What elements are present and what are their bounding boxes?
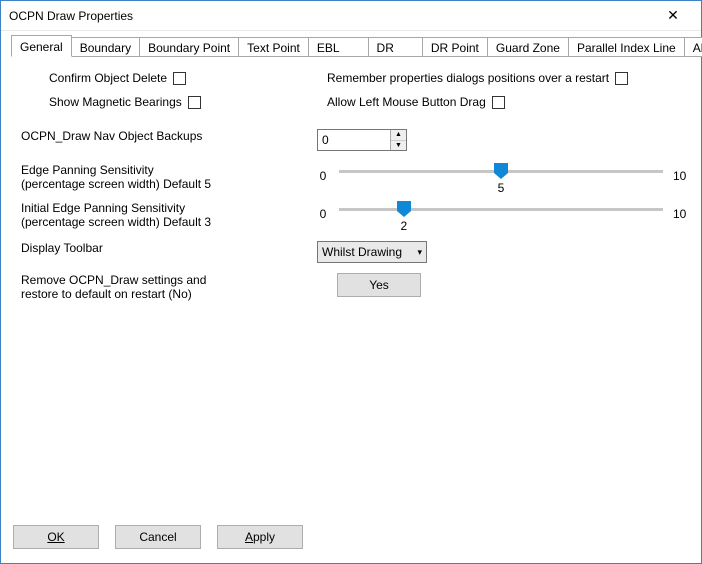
allow-drag-label: Allow Left Mouse Button Drag [327, 95, 486, 109]
tab-panel-general: Confirm Object Delete Show Magnetic Bear… [11, 56, 691, 515]
cancel-button[interactable]: Cancel [115, 525, 201, 549]
edge-pan-label-2: (percentage screen width) Default 5 [21, 177, 317, 191]
init-edge-pan-label-2: (percentage screen width) Default 3 [21, 215, 317, 229]
tab-dr[interactable]: DR [368, 37, 423, 57]
remember-option: Remember properties dialogs positions ov… [327, 71, 685, 85]
tab-general[interactable]: General [11, 35, 72, 57]
init-edge-pan-min: 0 [317, 207, 329, 221]
close-button[interactable]: ✕ [653, 2, 693, 30]
tab-ebl[interactable]: EBL [308, 37, 369, 57]
cancel-button-label: Cancel [139, 530, 176, 544]
confirm-delete-label: Confirm Object Delete [49, 71, 167, 85]
confirm-delete-option: Confirm Object Delete [49, 71, 317, 85]
nav-backup-spin-down[interactable]: ▼ [391, 141, 406, 151]
tab-boundary-point[interactable]: Boundary Point [139, 37, 239, 57]
dialog-button-bar: OK Cancel Apply [1, 515, 701, 563]
edge-pan-slider-row: 0 5 10 [317, 163, 685, 189]
yes-button-label: Yes [369, 278, 389, 292]
edge-pan-thumb[interactable] [494, 163, 508, 179]
window-title: OCPN Draw Properties [9, 9, 653, 23]
apply-button-label: Apply [245, 530, 275, 544]
apply-button[interactable]: Apply [217, 525, 303, 549]
tab-about[interactable]: About [684, 37, 702, 57]
titlebar: OCPN Draw Properties ✕ [1, 1, 701, 31]
tab-text-point[interactable]: Text Point [238, 37, 309, 57]
tab-dr-point[interactable]: DR Point [422, 37, 488, 57]
ok-button-label: OK [47, 530, 64, 544]
remove-settings-yes-button[interactable]: Yes [337, 273, 421, 297]
remove-settings-label-2: restore to default on restart (No) [21, 287, 317, 301]
chevron-down-icon: ▼ [395, 142, 402, 149]
init-edge-pan-value: 2 [400, 219, 407, 233]
show-mag-checkbox[interactable] [188, 96, 201, 109]
edge-pan-slider[interactable]: 5 [339, 163, 663, 189]
nav-backup-input[interactable] [318, 130, 390, 150]
remember-label: Remember properties dialogs positions ov… [327, 71, 609, 85]
edge-pan-max: 10 [673, 169, 685, 183]
slider-track [339, 208, 663, 211]
init-edge-pan-label-1: Initial Edge Panning Sensitivity [21, 201, 317, 215]
display-toolbar-combo[interactable]: Whilst Drawing ▾ [317, 241, 427, 263]
confirm-delete-checkbox[interactable] [173, 72, 186, 85]
tab-strip: General Boundary Boundary Point Text Poi… [1, 33, 701, 57]
tab-boundary[interactable]: Boundary [71, 37, 140, 57]
display-toolbar-label: Display Toolbar [21, 241, 103, 255]
remove-settings-label-1: Remove OCPN_Draw settings and [21, 273, 317, 287]
tab-parallel-index-line[interactable]: Parallel Index Line [568, 37, 685, 57]
init-edge-pan-max: 10 [673, 207, 685, 221]
nav-backup-label: OCPN_Draw Nav Object Backups [21, 129, 202, 143]
allow-drag-checkbox[interactable] [492, 96, 505, 109]
ok-button[interactable]: OK [13, 525, 99, 549]
nav-backup-spinner: ▲ ▼ [317, 129, 407, 151]
remember-checkbox[interactable] [615, 72, 628, 85]
dialog-window: OCPN Draw Properties ✕ General Boundary … [0, 0, 702, 564]
chevron-down-icon: ▾ [417, 247, 422, 258]
display-toolbar-value: Whilst Drawing [322, 245, 402, 259]
edge-pan-label-1: Edge Panning Sensitivity [21, 163, 317, 177]
edge-pan-value: 5 [498, 181, 505, 195]
nav-backup-spin-up[interactable]: ▲ [391, 130, 406, 141]
init-edge-pan-slider[interactable]: 2 [339, 201, 663, 227]
init-edge-pan-slider-row: 0 2 10 [317, 201, 685, 227]
close-icon: ✕ [667, 7, 679, 24]
allow-drag-option: Allow Left Mouse Button Drag [327, 95, 685, 109]
chevron-up-icon: ▲ [395, 131, 402, 138]
edge-pan-min: 0 [317, 169, 329, 183]
show-mag-label: Show Magnetic Bearings [49, 95, 182, 109]
show-mag-option: Show Magnetic Bearings [49, 95, 317, 109]
tab-guard-zone[interactable]: Guard Zone [487, 37, 569, 57]
init-edge-pan-thumb[interactable] [397, 201, 411, 217]
